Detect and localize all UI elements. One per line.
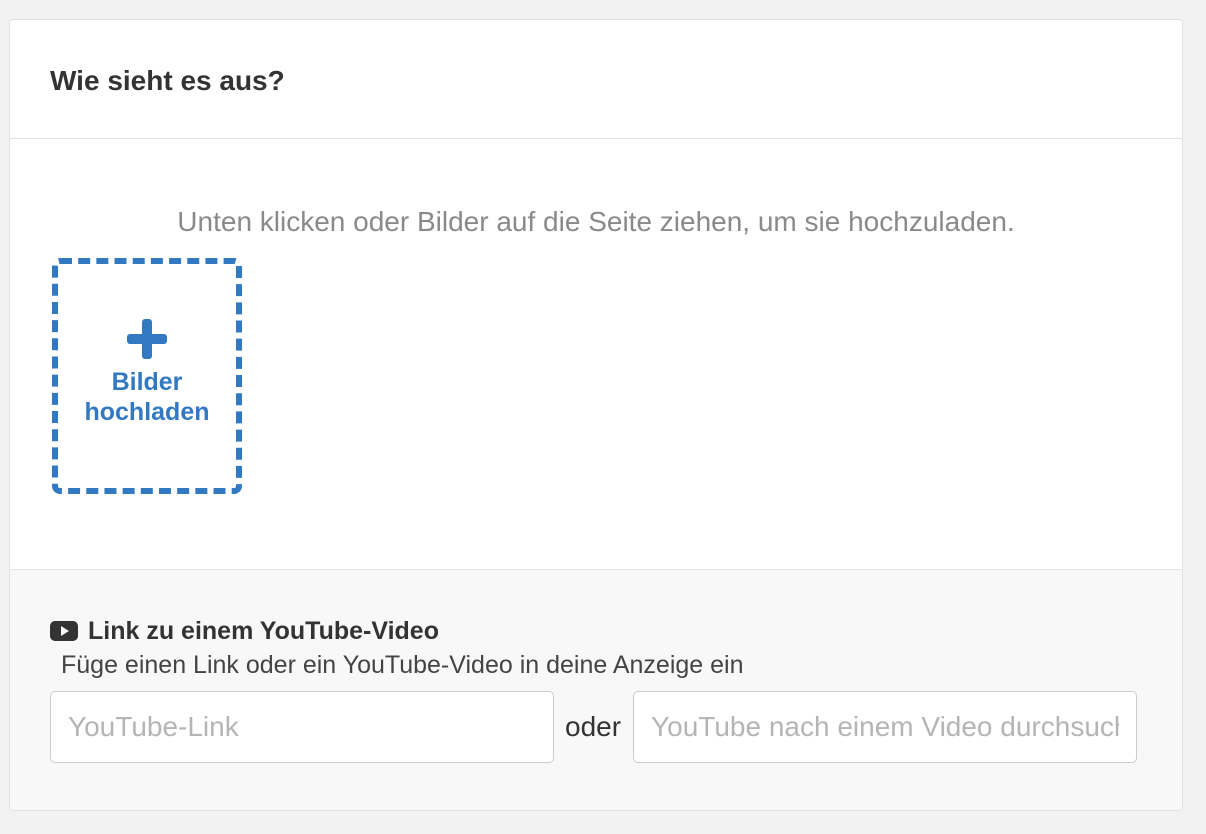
youtube-link-input[interactable] (50, 691, 554, 763)
video-input-row: oder (50, 691, 1138, 763)
video-heading: Link zu einem YouTube-Video (50, 616, 439, 646)
youtube-video-section: Link zu einem YouTube-Video Füge einen L… (10, 570, 1182, 810)
upload-hint: Unten klicken oder Bilder auf die Seite … (177, 206, 1015, 237)
or-label: oder (565, 711, 622, 742)
media-card: Wie sieht es aus? Unten klicken oder Bil… (9, 19, 1183, 811)
card-title: Wie sieht es aus? (50, 65, 285, 96)
card-header: Wie sieht es aus? (10, 20, 1182, 139)
plus-icon (127, 319, 167, 359)
youtube-icon (50, 621, 78, 641)
video-title: Link zu einem YouTube-Video (88, 617, 439, 645)
youtube-search-input[interactable] (633, 691, 1138, 763)
upload-images-label: Bilder hochladen (84, 368, 210, 426)
image-upload-section: Unten klicken oder Bilder auf die Seite … (10, 139, 1182, 570)
video-description: Füge einen Link oder ein YouTube-Video i… (61, 651, 744, 679)
upload-images-button[interactable]: Bilder hochladen (52, 258, 242, 494)
